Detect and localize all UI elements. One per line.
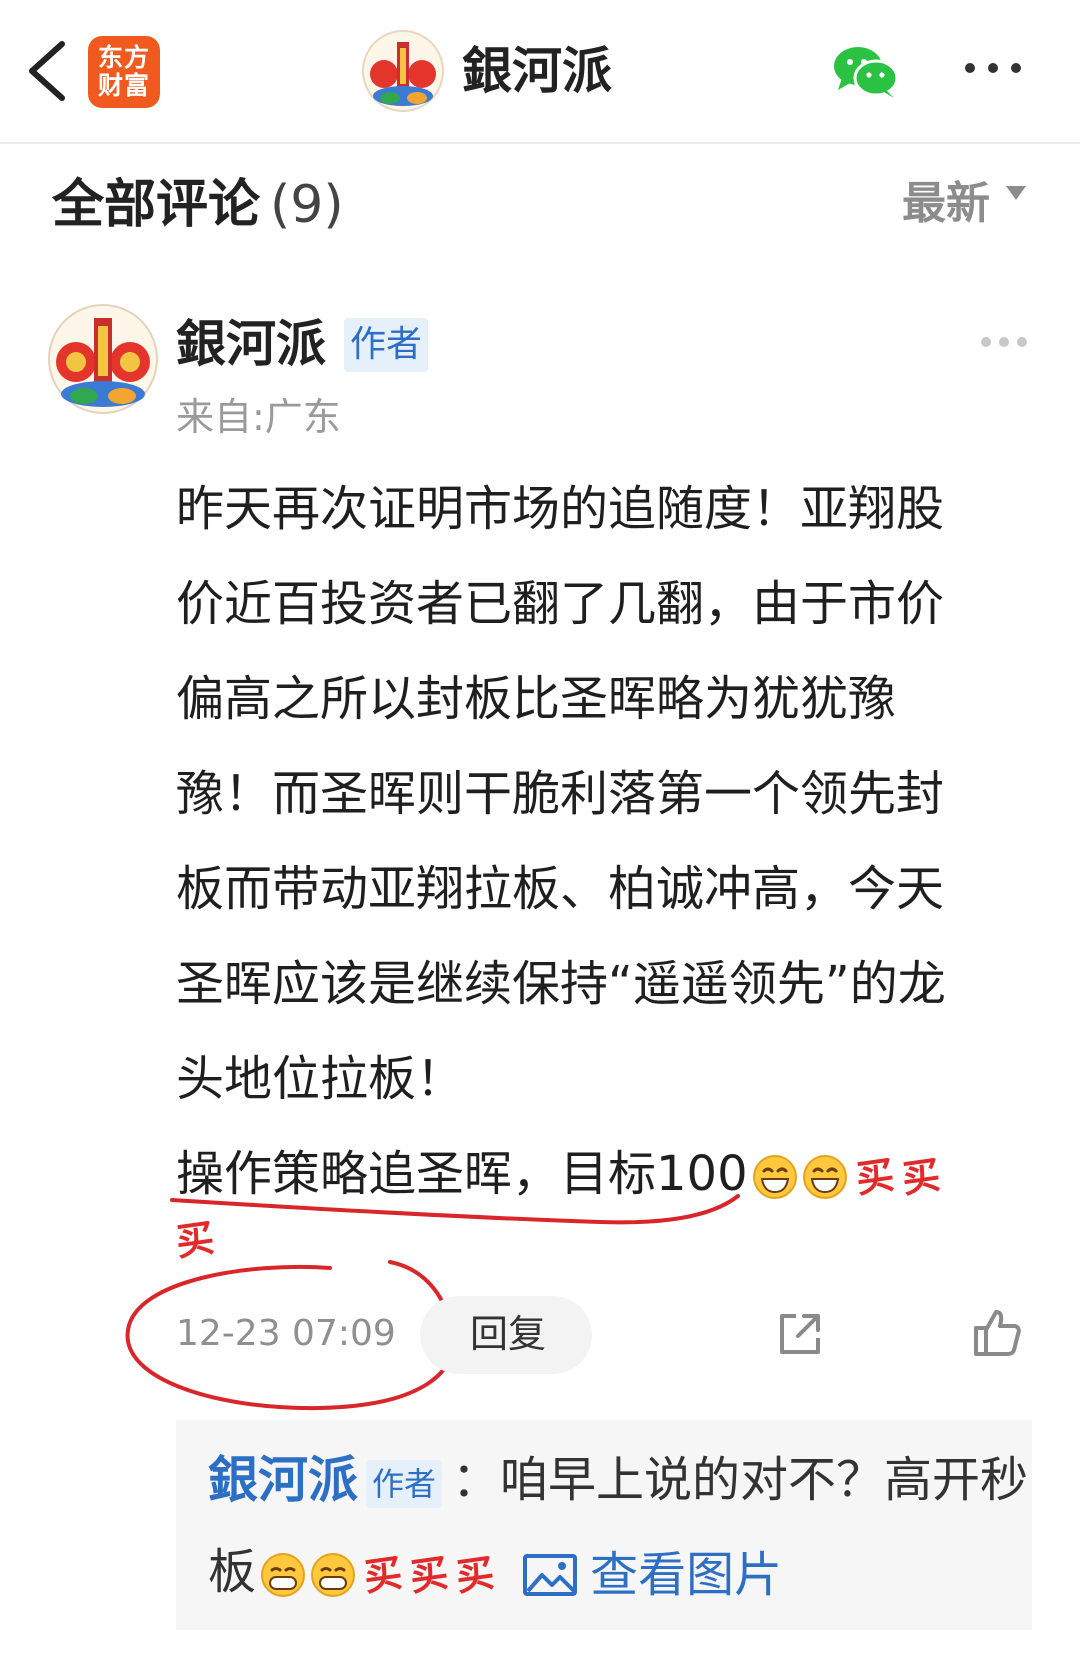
comment-line: 偏高之所以封板比圣晖略为犹犹豫 bbox=[176, 671, 897, 727]
comment-line: 豫！而圣晖则干脆利落第一个领先封 bbox=[176, 766, 945, 822]
reply-text-prefix: 板 bbox=[208, 1544, 257, 1600]
header-avatar[interactable] bbox=[362, 30, 444, 112]
comment-line: 板而带动亚翔拉板、柏诚冲高，今天 bbox=[176, 861, 945, 917]
app-logo[interactable]: 东方 财富 bbox=[88, 36, 160, 108]
comment-more-icon[interactable] bbox=[980, 334, 1028, 350]
strategy-line: 操作策略追圣晖，目标100 买买 bbox=[176, 1127, 1006, 1222]
buy-emoji: 买 bbox=[361, 1550, 405, 1600]
reply-button-label[interactable]: 回复 bbox=[470, 1310, 546, 1358]
logo-line1: 东方 bbox=[97, 43, 150, 72]
view-image-link[interactable]: 查看图片 bbox=[590, 1547, 782, 1603]
reply-author[interactable]: 銀河派 bbox=[208, 1448, 358, 1512]
image-icon[interactable] bbox=[522, 1553, 578, 1597]
author-badge: 作者 bbox=[344, 318, 428, 372]
buy-emoji: 买 bbox=[898, 1152, 943, 1202]
share-icon[interactable] bbox=[776, 1310, 824, 1358]
caret-down-icon[interactable] bbox=[1006, 186, 1026, 200]
comments-section-title: 全部评论 (9) bbox=[52, 172, 344, 238]
grin-emoji-icon bbox=[752, 1155, 797, 1199]
comment-line: 昨天再次证明市场的追随度！亚翔股 bbox=[176, 481, 945, 537]
sort-dropdown[interactable]: 最新 bbox=[902, 176, 990, 232]
grin-emoji-icon bbox=[261, 1553, 306, 1597]
strategy-text: 操作策略追圣晖，目标100 bbox=[176, 1146, 748, 1202]
comment-body: 昨天再次证明市场的追随度！亚翔股 价近百投资者已翻了几翻，由于市价 偏高之所以封… bbox=[176, 462, 1006, 1222]
grin-emoji-icon bbox=[311, 1553, 356, 1597]
comments-title-text: 全部评论 bbox=[52, 175, 261, 235]
buy-emoji: 买 bbox=[173, 1215, 217, 1265]
comment-line: 价近百投资者已翻了几翻，由于市价 bbox=[176, 576, 945, 632]
buy-emoji: 买 bbox=[453, 1550, 497, 1600]
commenter-name[interactable]: 銀河派 bbox=[176, 312, 326, 376]
top-bar: 东方 财富 銀河派 bbox=[0, 0, 1080, 144]
like-thumb-icon[interactable] bbox=[972, 1306, 1022, 1358]
grin-emoji-icon bbox=[802, 1155, 847, 1199]
comment-line: 圣晖应该是继续保持“遥遥领先”的龙 bbox=[176, 956, 946, 1012]
logo-line2: 财富 bbox=[97, 71, 150, 100]
reply-text-line1: ：咱早上说的对不？高开秒 bbox=[452, 1452, 1029, 1508]
commenter-avatar[interactable] bbox=[48, 304, 158, 414]
wechat-share-icon[interactable] bbox=[832, 44, 900, 100]
comment-time: 12-23 07:09 bbox=[176, 1313, 396, 1354]
comments-count: (9) bbox=[270, 175, 344, 235]
more-menu-icon[interactable] bbox=[960, 58, 1026, 78]
header-title: 銀河派 bbox=[462, 42, 612, 100]
back-icon[interactable] bbox=[22, 36, 82, 106]
comment-location: 来自:广东 bbox=[176, 395, 341, 439]
buy-emoji: 买 bbox=[407, 1550, 451, 1600]
comment-line: 头地位拉板！ bbox=[176, 1051, 465, 1107]
reply-author-badge: 作者 bbox=[366, 1460, 442, 1508]
reply-text-line2: 板 买买买 查看图片 bbox=[208, 1540, 782, 1607]
buy-emoji: 买 bbox=[852, 1152, 897, 1202]
buy-emoji-line: 买 bbox=[173, 1215, 217, 1265]
